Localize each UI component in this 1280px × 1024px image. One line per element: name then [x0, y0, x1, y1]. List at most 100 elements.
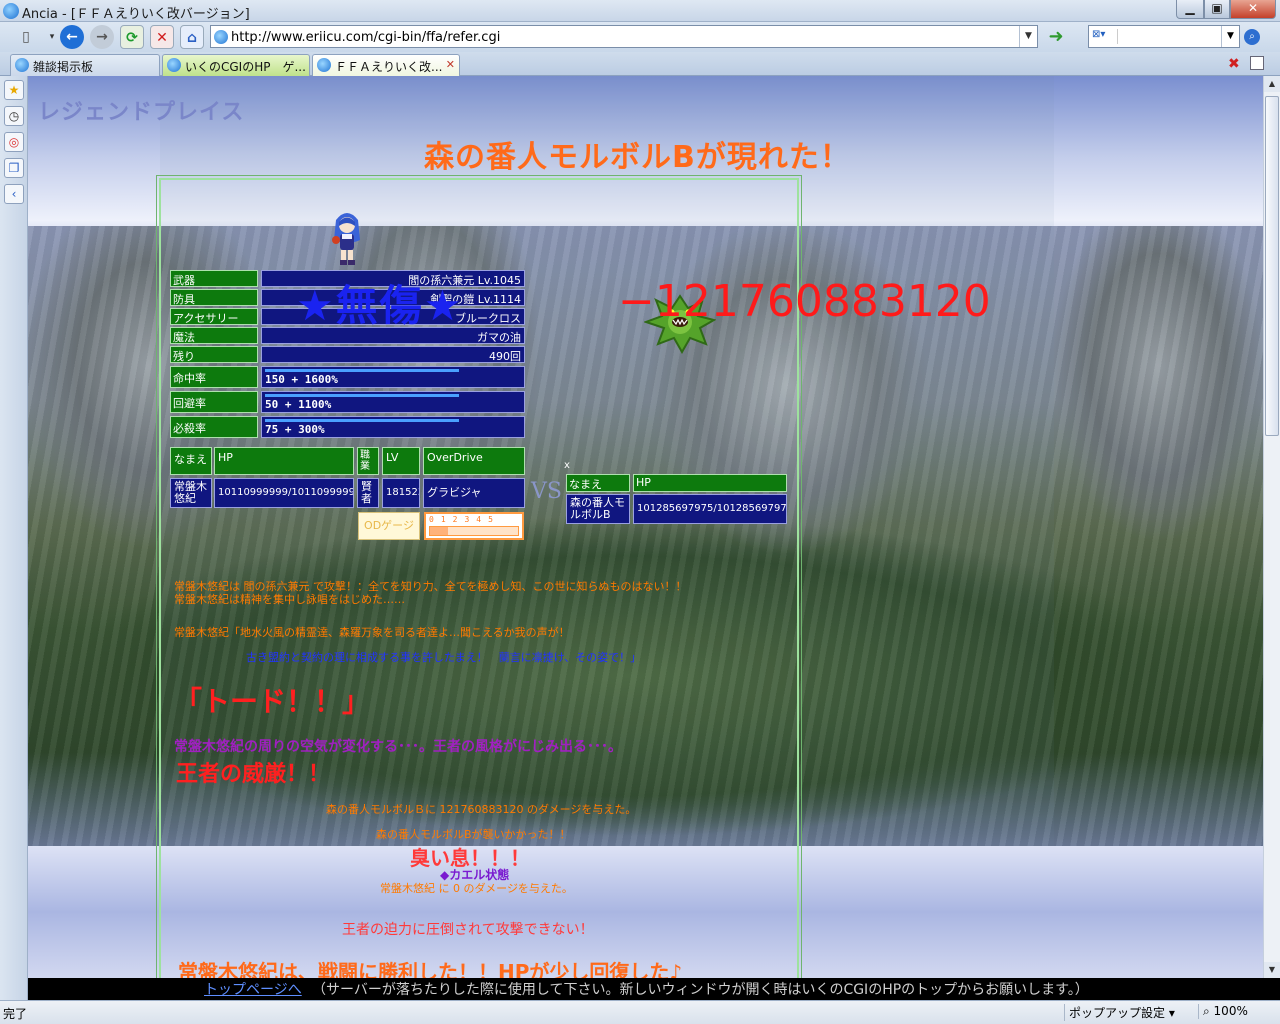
spell-name: 「トード！！」 [174, 685, 371, 718]
log-line: 常盤木悠紀の周りの空気が変化する･･･。王者の風格がにじみ出る･･･。 [174, 739, 622, 755]
od-gauge-track [429, 526, 519, 536]
player-overdrive: グラビジャ [423, 478, 525, 508]
top-page-link[interactable]: トップページへ [204, 979, 302, 999]
close-tabs-icon[interactable]: ✖ [1228, 56, 1240, 72]
player-job: 賢者 [357, 478, 379, 508]
hit-rate-value: 150 + 1600% [261, 366, 525, 388]
search-dropdown-icon[interactable]: ▼ [1221, 26, 1239, 47]
new-page-icon[interactable]: ▯ [14, 25, 38, 49]
tab-bbs[interactable]: 雑談掲示板 [10, 54, 160, 76]
enemy-hp-header: HP [633, 474, 787, 492]
page-viewport: レジェンドプレイス 森の番人モルボルBが現れた！ 武器 閻の孫六兼元 Lv.10… [28, 76, 1263, 978]
log-line: 王者の迫力に圧倒されて攻撃できない！ [342, 922, 594, 938]
address-dropdown-icon[interactable]: ▼ [1019, 26, 1037, 47]
no-damage-message: ★無傷★ [296, 281, 464, 330]
maximize-button[interactable]: ▣ [1204, 0, 1230, 19]
critical-bar [265, 419, 459, 422]
tab-page-icon [15, 58, 29, 72]
player-hp-header: HP [214, 447, 354, 475]
player-lv-header: LV [382, 447, 420, 475]
back-icon[interactable]: ← [60, 25, 84, 49]
home-icon[interactable]: ⌂ [180, 25, 204, 49]
search-provider-icon[interactable]: ⊠▾ [1092, 29, 1118, 44]
evasion-label: 回避率 [170, 391, 258, 413]
hit-rate-bar [265, 369, 459, 372]
status-bar: 完了 ポップアップ設定 ▾ ⌕ 100% [0, 1000, 1280, 1024]
history-clock-icon[interactable]: ◷ [4, 106, 24, 126]
page-scrollbar[interactable]: ▲ ▼ [1263, 76, 1280, 978]
favorites-sidebar: ★ ◷ ◎ ❐ ‹ [0, 76, 28, 1000]
evasion-text: 50 + 1100% [265, 398, 332, 411]
forward-icon[interactable]: → [90, 25, 114, 49]
footer-note: （サーバーが落ちたりした際に使用して下さい。新しいウィンドウが開く時はいくのCG… [312, 982, 1089, 998]
tab-page-icon [167, 58, 181, 72]
remaining-label: 残り [170, 346, 258, 363]
stop-icon[interactable]: ✕ [150, 25, 174, 49]
player-name: 常盤木悠紀 [170, 478, 212, 508]
feed-icon[interactable]: ◎ [4, 132, 24, 152]
log-line: 常盤木悠紀「地水火風の精霊達、森羅万象を司る者達よ…聞こえるか我の声が！ [174, 626, 570, 639]
search-icon[interactable]: ⌕ [1244, 29, 1260, 45]
tab-iku-cgi[interactable]: いくのCGIのHP ゲ... [162, 54, 310, 76]
zoom-control[interactable]: ⌕ 100% [1198, 1004, 1248, 1019]
address-bar[interactable]: http://www.eriicu.com/cgi-bin/ffa/refer.… [210, 25, 1038, 48]
popup-settings-button[interactable]: ポップアップ設定 ▾ [1064, 1004, 1175, 1021]
victory-message: 常盤木悠紀は、戦闘に勝利した！！HPが少し回復した♪ [178, 960, 683, 978]
browser-icon [3, 3, 19, 19]
player-name-header: なまえ [170, 447, 212, 475]
close-window-button[interactable]: ✕ [1230, 0, 1276, 19]
critical-value: 75 + 300% [261, 416, 525, 438]
player-overdrive-header: OverDrive [423, 447, 525, 475]
search-input[interactable]: ⊠▾ ▼ [1088, 25, 1240, 48]
od-gauge-label: ODゲージ [358, 512, 420, 540]
player-lv: 181523 [382, 478, 420, 508]
log-line: 森の番人モルボルＢに 121760883120 のダメージを与えた。 [326, 803, 637, 816]
log-line: 古き盟約と契約の理に相成する事を許したまえ！ 蘭言に凛捷け、その姿で！」 [246, 651, 642, 664]
enemy-hp: 101285697975/101285697975 [633, 494, 787, 524]
log-line: 常盤木悠紀 に 0 のダメージを与えた。 [380, 882, 573, 895]
accessory-label: アクセサリー [170, 308, 258, 325]
tab-label: いくのCGIのHP ゲ... [185, 60, 306, 74]
enemy-name-header: なまえ [566, 474, 630, 492]
log-line: 森の番人モルボルBが襲いかかった！！ [376, 828, 571, 841]
favorites-star-icon[interactable]: ★ [4, 80, 24, 100]
encounter-message: 森の番人モルボルBが現れた！ [424, 140, 851, 175]
player-job-header: 職業 [357, 447, 379, 475]
refresh-icon[interactable]: ⟳ [120, 25, 144, 49]
go-arrow-icon[interactable]: ➜ [1042, 26, 1070, 48]
zoom-level: 100% [1213, 1004, 1248, 1018]
od-gauge: 012345 [424, 512, 524, 540]
scroll-down-icon[interactable]: ▼ [1264, 962, 1280, 978]
player-hp: 10110999999/10110999999 [214, 478, 354, 508]
minimize-button[interactable]: ▁ [1176, 0, 1204, 19]
site-title: レジェンドプレイス [38, 100, 245, 125]
tab-label: ＦＦＡえりいく改... [335, 60, 443, 74]
tab-ffa-active[interactable]: ＦＦＡえりいく改... ✕ [312, 54, 460, 76]
critical-label: 必殺率 [170, 416, 258, 438]
scroll-up-icon[interactable]: ▲ [1264, 76, 1280, 92]
quick-tabs-icon[interactable] [1250, 56, 1264, 70]
tab-close-icon[interactable]: ✕ [446, 58, 455, 71]
player-character-icon [332, 213, 360, 265]
footer-bar: トップページへ （サーバーが落ちたりした際に使用して下さい。新しいウィンドウが開… [28, 978, 1280, 1000]
vs-label: VS [531, 479, 562, 504]
collapse-arrow-icon[interactable]: ‹ [4, 184, 24, 204]
page-favicon-icon [214, 30, 228, 44]
status-text: 完了 [3, 1007, 28, 1021]
log-line: 常盤木悠紀は精神を集中し詠唱をはじめた…… [174, 593, 405, 606]
od-gauge-fill [430, 527, 448, 535]
magic-label: 魔法 [170, 327, 258, 344]
hit-rate-text: 150 + 1600% [265, 373, 338, 386]
tab-bar: 雑談掲示板 いくのCGIのHP ゲ... ＦＦＡえりいく改... ✕ ✖ [0, 52, 1280, 76]
evasion-bar [265, 394, 459, 397]
navigation-bar: ▯ ▾ ← → ⟳ ✕ ⌂ http://www.eriicu.com/cgi-… [0, 22, 1280, 52]
tab-page-icon [317, 58, 331, 72]
scrollbar-thumb[interactable] [1265, 96, 1279, 436]
popup-settings-label: ポップアップ設定 [1069, 1006, 1166, 1020]
windows-icon[interactable]: ❐ [4, 158, 24, 178]
tab-label: 雑談掲示板 [33, 60, 94, 74]
critical-text: 75 + 300% [265, 423, 325, 436]
weapon-label: 武器 [170, 270, 258, 287]
damage-number: −121760883120 [618, 276, 991, 327]
armor-label: 防具 [170, 289, 258, 306]
